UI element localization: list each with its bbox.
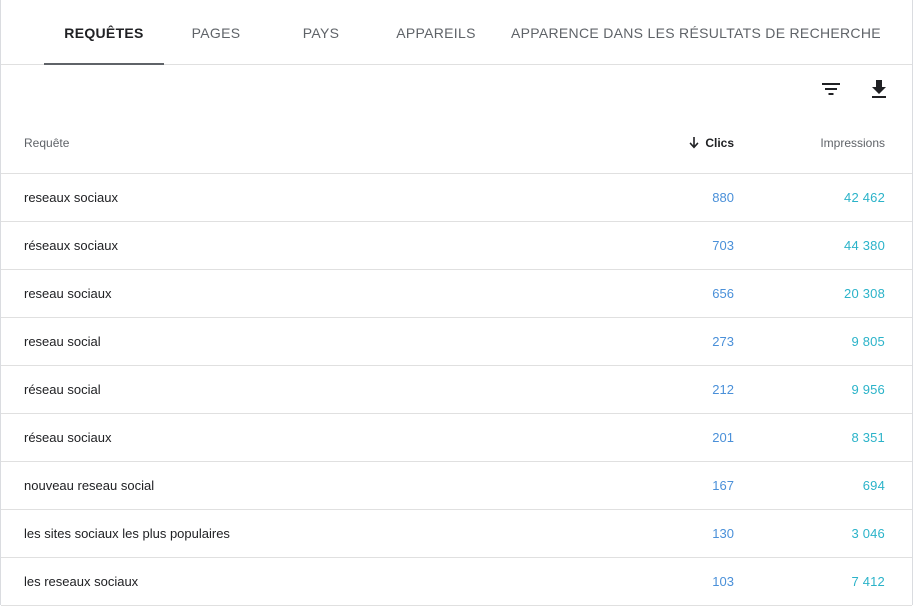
query-cell: réseaux sociaux [24,238,118,253]
query-cell: réseau social [24,382,101,397]
performance-panel: REQUÊTES PAGES PAYS APPAREILS APPARENCE … [0,0,913,606]
impressions-cell: 9 805 [851,334,885,349]
download-button[interactable] [865,75,893,103]
column-header-clicks[interactable]: Clics [689,113,734,173]
column-header-query[interactable]: Requête [24,113,69,173]
clicks-cell: 167 [712,478,734,493]
clicks-cell: 880 [712,190,734,205]
query-cell: nouveau reseau social [24,478,155,493]
tab-requetes[interactable]: REQUÊTES [44,0,164,65]
tab-pages[interactable]: PAGES [171,0,261,64]
impressions-cell: 9 956 [851,382,885,397]
query-cell: réseau sociaux [24,430,112,445]
impressions-cell: 42 462 [844,190,885,205]
table-row[interactable]: reseau sociaux 656 20 308 [1,270,912,318]
query-cell: reseau social [24,334,101,349]
clicks-cell: 130 [712,526,734,541]
table-row[interactable]: réseau social 212 9 956 [1,366,912,414]
impressions-cell: 694 [862,478,885,493]
table-row[interactable]: les sites sociaux les plus populaires 130… [1,510,912,558]
impressions-cell: 44 380 [844,238,885,253]
table-row[interactable]: reseau social 273 9 805 [1,318,912,366]
column-header-clicks-label: Clics [705,136,734,150]
query-cell: reseau sociaux [24,286,112,301]
clicks-cell: 212 [712,382,734,397]
impressions-cell: 20 308 [844,286,885,301]
table-row[interactable]: nouveau reseau social 167 694 [1,462,912,510]
arrow-down-icon [689,137,699,149]
clicks-cell: 703 [712,238,734,253]
clicks-cell: 273 [712,334,734,349]
clicks-cell: 656 [712,286,734,301]
column-header-impressions[interactable]: Impressions [820,113,885,173]
table-row[interactable]: réseaux sociaux 703 44 380 [1,222,912,270]
impressions-cell: 7 412 [851,574,885,589]
queries-table: Requête Clics Impressions reseaux sociau… [1,113,912,606]
tab-pays[interactable]: PAYS [286,0,356,64]
filter-icon [822,83,840,95]
clicks-cell: 103 [712,574,734,589]
query-cell: les sites sociaux les plus populaires [24,526,230,541]
clicks-cell: 201 [712,430,734,445]
tab-appareils[interactable]: APPAREILS [391,0,481,64]
table-body: reseaux sociaux 880 42 462 réseaux sociaux 7… [1,174,912,606]
impressions-cell: 3 046 [851,526,885,541]
tab-apparence[interactable]: APPARENCE DANS LES RÉSULTATS DE RECHERCH… [511,0,881,64]
table-row[interactable]: les reseaux sociaux 103 7 412 [1,558,912,606]
table-row[interactable]: réseau sociaux 201 8 351 [1,414,912,462]
table-row[interactable]: reseaux sociaux 880 42 462 [1,174,912,222]
download-icon [872,80,886,98]
query-cell: les reseaux sociaux [24,574,139,589]
impressions-cell: 8 351 [851,430,885,445]
table-header: Requête Clics Impressions [1,113,912,174]
tab-bar: REQUÊTES PAGES PAYS APPAREILS APPARENCE … [1,0,912,65]
query-cell: reseaux sociaux [24,190,118,205]
table-toolbar [1,65,912,113]
filter-button[interactable] [817,75,845,103]
